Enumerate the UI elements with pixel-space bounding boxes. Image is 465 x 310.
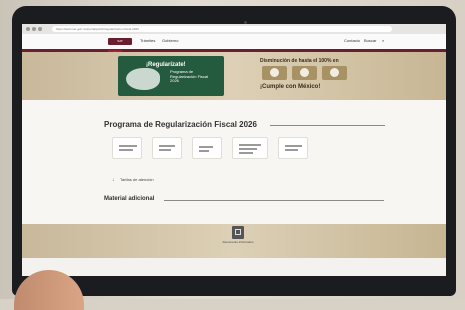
handshake-icon — [126, 68, 160, 90]
nav-item-contacto[interactable]: Contacto — [344, 38, 360, 43]
section-divider — [164, 200, 384, 201]
nav-item-tramites[interactable]: Trámites — [140, 38, 155, 43]
pill-actualizaciones — [322, 66, 347, 80]
pill-multas — [262, 66, 287, 80]
card-text-line — [285, 149, 298, 151]
page-bottom — [22, 258, 446, 276]
card-text-line — [239, 144, 261, 146]
coin-icon — [330, 68, 339, 77]
site-logo[interactable]: SAT — [108, 38, 132, 45]
hero-cta-text: ¡Cumple con México! — [260, 84, 321, 90]
browser-chrome: https://www.sat.gob.mx/portal/public/reg… — [22, 24, 446, 34]
site-header: SAT Trámites Gobierno Contacto Buscar ⌕ — [22, 34, 446, 50]
card-text-line — [285, 145, 302, 147]
card-fechas[interactable] — [192, 137, 222, 159]
document-icon[interactable] — [232, 226, 244, 239]
card-preguntas[interactable] — [232, 137, 268, 159]
pill-recargos — [292, 66, 317, 80]
download-icon[interactable]: ↓ — [112, 177, 115, 183]
logo-text: SAT — [117, 39, 123, 43]
card-contacto[interactable] — [278, 137, 308, 159]
hero-discount-title: Disminución de hasta el 100% en — [260, 58, 339, 64]
card-text-line — [199, 146, 213, 148]
window-minimize-icon[interactable] — [32, 27, 36, 31]
card-text-line — [159, 145, 175, 147]
laptop-screen: https://www.sat.gob.mx/portal/public/reg… — [22, 24, 446, 276]
card-text-line — [239, 152, 253, 154]
card-text-line — [159, 149, 171, 151]
hero-regularizate-box[interactable]: ¡Regularízate! Programa de Regularizació… — [118, 56, 224, 96]
page-title: Programa de Regularización Fiscal 2026 — [104, 120, 257, 129]
section-title-material: Material adicional — [104, 196, 155, 202]
search-icon[interactable]: ⌕ — [382, 38, 384, 43]
title-divider — [270, 125, 385, 126]
nav-item-buscar[interactable]: Buscar — [364, 38, 376, 43]
document-label[interactable]: Documento informativo — [220, 240, 256, 245]
card-text-line — [119, 149, 133, 151]
hero-left-subtitle: Programa de Regularización Fiscal 2026 — [170, 69, 209, 83]
card-text-line — [199, 150, 209, 152]
card-beneficios[interactable] — [152, 137, 182, 159]
hero-banner — [22, 52, 446, 100]
nav-item-gobierno[interactable]: Gobierno — [162, 38, 178, 43]
card-text-line — [119, 145, 137, 147]
window-close-icon[interactable] — [26, 27, 30, 31]
address-bar[interactable]: https://www.sat.gob.mx/portal/public/reg… — [52, 26, 392, 32]
card-requisitos[interactable] — [112, 137, 142, 159]
hero-left-title: ¡Regularízate! — [146, 62, 186, 68]
coin-icon — [270, 68, 279, 77]
main-content — [22, 100, 446, 224]
card-text-line — [239, 148, 257, 150]
coin-icon — [300, 68, 309, 77]
download-link[interactable]: Tarifas de atención — [120, 177, 154, 182]
window-maximize-icon[interactable] — [38, 27, 42, 31]
hero-discount-panel: Disminución de hasta el 100% en ¡Cumple … — [242, 56, 377, 96]
